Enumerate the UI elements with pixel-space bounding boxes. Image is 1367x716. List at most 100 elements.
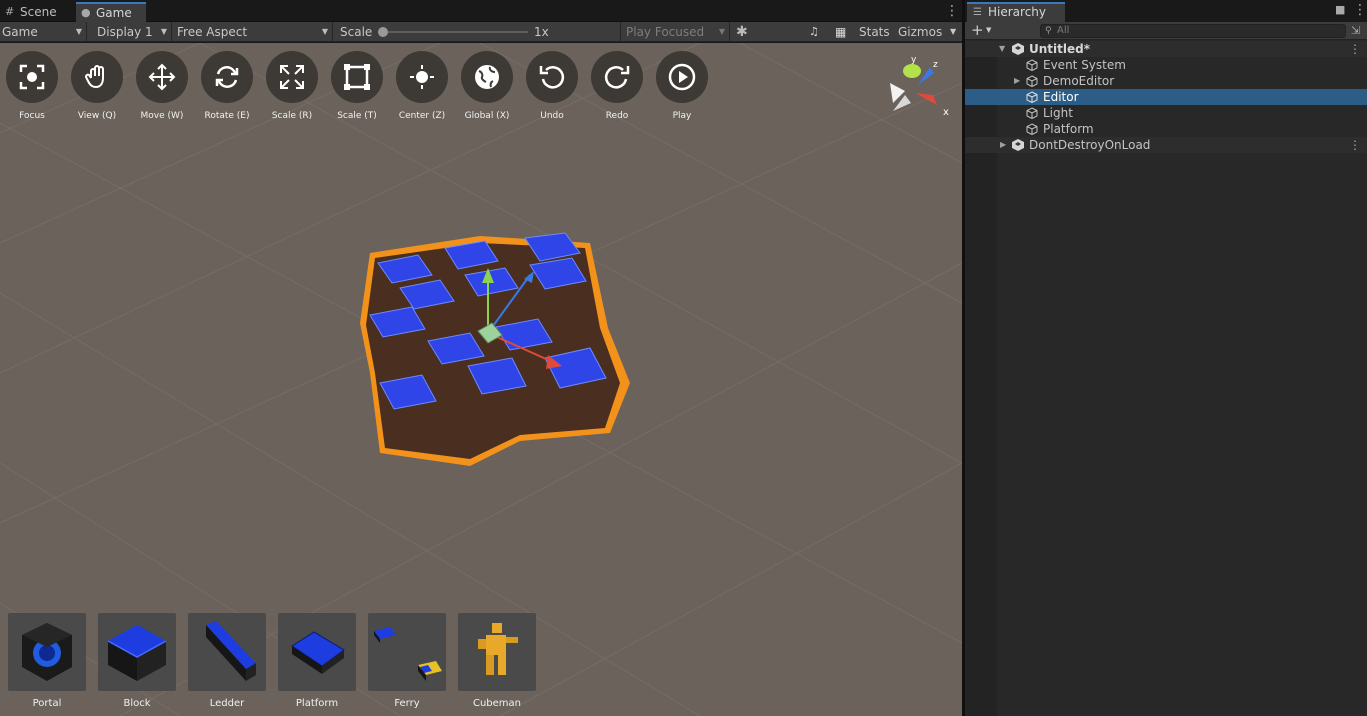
ledder-thumbnail bbox=[188, 613, 266, 691]
play-focused-label: Play Focused bbox=[626, 25, 705, 39]
search-options-icon[interactable]: ⇲ bbox=[1351, 24, 1360, 37]
tab-hierarchy-label: Hierarchy bbox=[988, 5, 1047, 19]
prefab-ferry-label: Ferry bbox=[394, 698, 420, 709]
tab-game[interactable]: ● Game bbox=[76, 2, 146, 22]
game-viewport[interactable]: y z x Focus View (Q) Move (W) Rotate (E)… bbox=[0, 43, 962, 716]
gameobject-icon bbox=[1026, 123, 1038, 135]
prefab-block[interactable]: Block bbox=[98, 613, 176, 709]
tool-play[interactable]: Play bbox=[650, 51, 714, 121]
hierarchy-row-demoeditor[interactable]: ▶ DemoEditor bbox=[965, 73, 1367, 89]
stats-button[interactable]: Stats bbox=[859, 22, 890, 42]
platform-thumbnail bbox=[278, 613, 356, 691]
rect-scale-icon bbox=[331, 51, 383, 103]
hierarchy-row-label: DontDestroyOnLoad bbox=[1029, 138, 1151, 152]
play-focused-dropdown[interactable]: Play Focused ▼ bbox=[620, 22, 730, 42]
scale-slider-knob[interactable] bbox=[378, 27, 388, 37]
hierarchy-panel: ☰ Hierarchy ■ ⋮ + ▼ ⚲ All ⇲ ▼ Untitled* … bbox=[965, 0, 1367, 716]
audio-mute-icon[interactable]: ♫ bbox=[809, 22, 819, 42]
tool-play-label: Play bbox=[672, 111, 692, 121]
hierarchy-row-dontdestroyonload[interactable]: ▶ DontDestroyOnLoad ⋮ bbox=[965, 137, 1367, 153]
tool-undo[interactable]: Undo bbox=[520, 51, 584, 121]
focus-icon bbox=[6, 51, 58, 103]
globe-icon bbox=[461, 51, 513, 103]
hierarchy-row-label: DemoEditor bbox=[1043, 74, 1115, 88]
hierarchy-toolbar: + ▼ ⚲ All ⇲ bbox=[965, 22, 1367, 40]
prefab-ledder[interactable]: Ledder bbox=[188, 613, 266, 709]
gizmos-button[interactable]: Gizmos bbox=[898, 22, 942, 42]
game-toolbar: Game ▼ Display 1 ▼ Free Aspect ▼ Scale 1… bbox=[0, 22, 962, 42]
gameobject-icon bbox=[1026, 75, 1038, 87]
gameobject-icon bbox=[1026, 91, 1038, 103]
hierarchy-row-label: Untitled* bbox=[1029, 42, 1090, 56]
prefab-portal-label: Portal bbox=[32, 698, 62, 709]
search-icon: ⚲ bbox=[1045, 26, 1052, 36]
tool-view[interactable]: View (Q) bbox=[65, 51, 129, 121]
tool-global[interactable]: Global (X) bbox=[455, 51, 519, 121]
tool-redo-label: Redo bbox=[605, 111, 629, 121]
play-icon bbox=[656, 51, 708, 103]
tool-move-label: Move (W) bbox=[140, 111, 184, 121]
hierarchy-row-label: Event System bbox=[1043, 58, 1126, 72]
prefab-cubeman-label: Cubeman bbox=[472, 698, 522, 709]
undo-icon bbox=[526, 51, 578, 103]
hierarchy-row-event-system[interactable]: Event System bbox=[965, 57, 1367, 73]
scale-label: Scale bbox=[340, 25, 373, 39]
game-tab-menu-icon[interactable]: ⋮ bbox=[945, 3, 959, 19]
prefab-platform[interactable]: Platform bbox=[278, 613, 356, 709]
scale-icon bbox=[266, 51, 318, 103]
tool-global-label: Global (X) bbox=[464, 111, 510, 121]
prefab-cubeman[interactable]: Cubeman bbox=[458, 613, 536, 709]
ferry-thumbnail bbox=[368, 613, 446, 691]
tool-scale[interactable]: Scale (R) bbox=[260, 51, 324, 121]
tool-focus[interactable]: Focus bbox=[0, 51, 64, 121]
hierarchy-row-platform[interactable]: Platform bbox=[965, 121, 1367, 137]
gizmo-y-label: y bbox=[911, 55, 917, 65]
hierarchy-row-editor[interactable]: Editor bbox=[965, 89, 1367, 105]
tab-hierarchy[interactable]: ☰ Hierarchy bbox=[967, 2, 1065, 22]
scale-value: 1x bbox=[534, 25, 549, 39]
display-dropdown[interactable]: Display 1 ▼ bbox=[93, 22, 172, 42]
hierarchy-row-untitled[interactable]: ▼ Untitled* ⋮ bbox=[965, 41, 1367, 57]
chevron-down-icon[interactable]: ▼ bbox=[950, 22, 956, 42]
expand-arrow-icon[interactable]: ▼ bbox=[999, 41, 1005, 57]
tab-scene-label: Scene bbox=[20, 5, 57, 19]
lock-icon[interactable]: ■ bbox=[1335, 3, 1345, 16]
game-view-dropdown-label: Game bbox=[2, 25, 38, 39]
tab-scene[interactable]: # Scene bbox=[0, 2, 76, 22]
tool-rotate[interactable]: Rotate (E) bbox=[195, 51, 259, 121]
row-menu-icon[interactable]: ⋮ bbox=[1349, 41, 1361, 57]
tool-redo[interactable]: Redo bbox=[585, 51, 649, 121]
tool-view-label: View (Q) bbox=[77, 111, 117, 121]
tool-center-label: Center (Z) bbox=[398, 111, 446, 121]
prefab-portal[interactable]: Portal bbox=[8, 613, 86, 709]
hierarchy-row-label: Editor bbox=[1043, 90, 1079, 104]
chevron-down-icon[interactable]: ▼ bbox=[986, 22, 991, 39]
tool-rect-scale[interactable]: Scale (T) bbox=[325, 51, 389, 121]
tool-focus-label: Focus bbox=[19, 111, 45, 121]
bug-icon[interactable]: ✱ bbox=[736, 22, 748, 42]
gizmo-x-label: x bbox=[943, 107, 949, 118]
tool-center[interactable]: Center (Z) bbox=[390, 51, 454, 121]
hierarchy-search-input[interactable]: ⚲ All bbox=[1040, 24, 1346, 38]
prefab-ferry[interactable]: Ferry bbox=[368, 613, 446, 709]
scale-slider-track[interactable] bbox=[383, 31, 528, 33]
keyboard-icon[interactable]: ▦ bbox=[835, 22, 846, 42]
gizmo-z-label: z bbox=[933, 60, 938, 70]
collapse-arrow-icon[interactable]: ▶ bbox=[1014, 73, 1020, 89]
collapse-arrow-icon[interactable]: ▶ bbox=[1000, 137, 1006, 153]
cubeman-thumbnail bbox=[458, 613, 536, 691]
game-view-dropdown[interactable]: Game ▼ bbox=[0, 22, 87, 42]
prefab-ledder-label: Ledder bbox=[209, 698, 245, 709]
aspect-dropdown-label: Free Aspect bbox=[177, 25, 248, 39]
add-icon[interactable]: + bbox=[971, 22, 984, 39]
aspect-dropdown[interactable]: Free Aspect ▼ bbox=[173, 22, 333, 42]
row-menu-icon[interactable]: ⋮ bbox=[1349, 137, 1361, 153]
hierarchy-menu-icon[interactable]: ⋮ bbox=[1353, 2, 1367, 18]
display-dropdown-label: Display 1 bbox=[97, 25, 153, 39]
tool-move[interactable]: Move (W) bbox=[130, 51, 194, 121]
chevron-down-icon: ▼ bbox=[718, 27, 725, 36]
tab-game-label: Game bbox=[96, 6, 132, 20]
unity-scene-icon bbox=[1012, 139, 1024, 151]
move-icon bbox=[136, 51, 188, 103]
hierarchy-row-light[interactable]: Light bbox=[965, 105, 1367, 121]
